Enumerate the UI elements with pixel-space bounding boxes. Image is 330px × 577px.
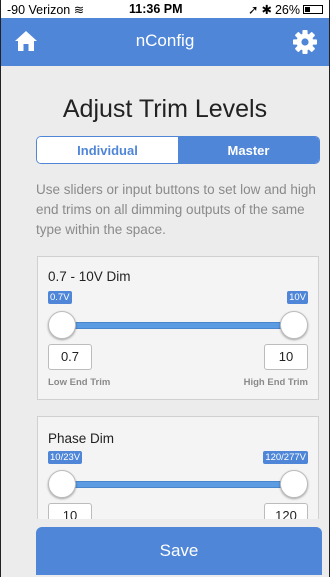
battery-percent: 26% [274,2,300,17]
page-title: Adjust Trim Levels [62,95,268,123]
instructions-text: Use sliders or input buttons to set low … [36,182,316,237]
carrier-label: -90 Verizon ≋ [7,3,85,17]
card-title: Phase Dim [48,431,115,446]
low-trim-input[interactable]: 0.7 [48,344,92,370]
status-right: ➚ ✱ 26% [248,2,323,17]
low-trim-slider-handle[interactable] [48,470,76,498]
min-value-badge: 0.7V [48,291,72,304]
low-trim-slider-handle[interactable] [48,311,76,339]
gear-icon[interactable] [292,29,318,55]
high-trim-input[interactable]: 10 [264,344,308,370]
battery-icon [303,5,323,14]
max-value-badge: 120/277V [263,451,308,464]
trim-slider-track[interactable] [62,322,294,329]
wifi-icon: ≋ [73,3,85,17]
dim-card-0-10v: 0.7 - 10V Dim 0.7V 10V 0.7 10 Low End Tr… [37,256,319,400]
status-bar: -90 Verizon ≋ 11:36 PM ➚ ✱ 26% [1,0,329,18]
app-screen: -90 Verizon ≋ 11:36 PM ➚ ✱ 26% nConfig A… [0,0,330,577]
trim-slider-track[interactable] [62,481,294,488]
max-value-badge: 10V [287,291,308,304]
card-title: 0.7 - 10V Dim [48,269,131,284]
tab-master[interactable]: Master [178,137,319,163]
nav-title: nConfig [135,31,195,50]
dim-card-phase: Phase Dim 10/23V 120/277V 10 120 [37,416,319,536]
min-value-badge: 10/23V [48,451,83,464]
low-trim-label: Low End Trim [48,377,111,388]
high-trim-slider-handle[interactable] [280,311,308,339]
save-button[interactable]: Save [36,527,322,575]
tab-individual[interactable]: Individual [37,137,178,163]
nav-bar: nConfig [1,18,329,66]
high-trim-slider-handle[interactable] [280,470,308,498]
trim-mode-segmented-control: Individual Master [36,136,320,164]
bluetooth-icon: ✱ [261,3,272,17]
high-trim-label: High End Trim [243,377,308,388]
clock: 11:36 PM [129,2,183,16]
location-icon: ➚ [248,3,259,17]
